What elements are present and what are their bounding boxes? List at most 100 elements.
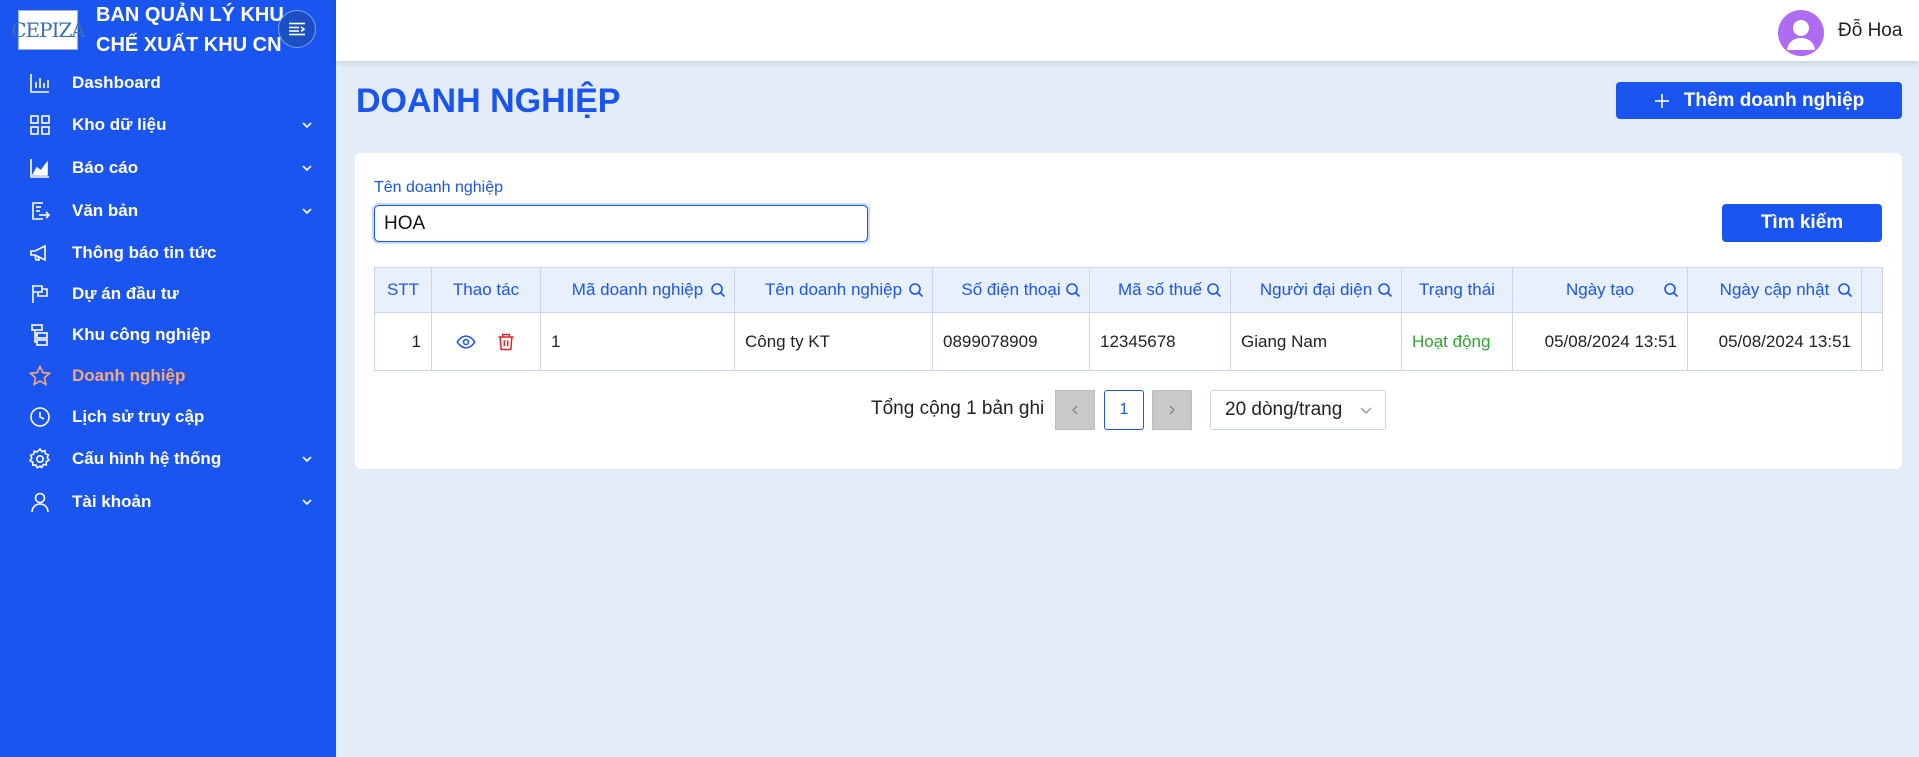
document-export-icon <box>32 201 51 220</box>
chart-bar-icon <box>30 73 49 93</box>
add-enterprise-button[interactable]: Thêm doanh nghiệp <box>1616 82 1902 119</box>
cell-ma-doanh-nghiep: 1 <box>540 312 735 371</box>
filter-label: Tên doanh nghiệp <box>374 179 503 196</box>
chevron-right-icon <box>1169 405 1175 415</box>
table-row: 1 1 Công ty KT 0899078909 12345678 Giang… <box>374 312 1883 371</box>
column-search-icon[interactable] <box>1663 282 1679 298</box>
cell-ten-doanh-nghiep: Công ty KT <box>734 312 933 371</box>
brand-title: BAN QUẢN LÝ KHU CHẾ XUẤT KHU CN <box>96 0 286 60</box>
menu-collapse-icon <box>289 22 306 36</box>
chevron-down-icon <box>302 455 312 462</box>
column-search-icon[interactable] <box>710 282 726 298</box>
chevron-down-icon <box>302 121 312 128</box>
col-scroll-spacer <box>1861 267 1883 313</box>
page-size-select[interactable]: 20 dòng/trang <box>1210 390 1386 430</box>
prev-page-button[interactable] <box>1055 390 1095 430</box>
page-number-button[interactable]: 1 <box>1104 390 1144 430</box>
sidebar-item-van-ban[interactable]: Văn bản <box>0 189 336 232</box>
next-page-button[interactable] <box>1152 390 1192 430</box>
enterprise-table: STT Thao tác Mã doanh nghiệp Tên doanh n… <box>374 267 1883 371</box>
sidebar-item-label: Dashboard <box>72 72 161 92</box>
eye-icon[interactable] <box>456 332 476 352</box>
grid-icon <box>30 114 50 135</box>
gear-icon <box>28 447 51 469</box>
column-search-icon[interactable] <box>908 282 924 298</box>
search-button[interactable]: Tìm kiếm <box>1722 204 1882 242</box>
sidebar-item-du-an-dau-tu[interactable]: Dự án đầu tư <box>0 273 336 314</box>
chevron-down-icon <box>1360 407 1372 414</box>
column-search-icon[interactable] <box>1206 282 1222 298</box>
sidebar-item-label: Tài khoản <box>72 491 152 511</box>
sidebar-item-doanh-nghiep[interactable]: Doanh nghiệp <box>0 355 336 396</box>
user-icon <box>31 492 49 512</box>
chevron-left-icon <box>1072 405 1078 415</box>
column-search-icon[interactable] <box>1377 282 1393 298</box>
enterprise-name-input[interactable] <box>374 205 868 242</box>
brand-title-line2: CHẾ XUẤT KHU CN <box>96 34 282 56</box>
col-ma-so-thue: Mã số thuế <box>1089 267 1231 313</box>
cell-scroll-spacer <box>1861 312 1883 371</box>
brand: CEPIZA BAN QUẢN LÝ KHU CHẾ XUẤT KHU CN <box>0 0 336 62</box>
cell-ma-so-thue: 12345678 <box>1089 312 1231 371</box>
sidebar-item-thong-bao-tin-tuc[interactable]: Thông báo tin tức <box>0 232 336 273</box>
col-so-dien-thoai: Số điện thoại <box>932 267 1090 313</box>
cell-stt: 1 <box>374 312 432 371</box>
sidebar-item-label: Khu công nghiệp <box>72 324 211 344</box>
enterprise-card: Tên doanh nghiệp Tìm kiếm STT Thao tác M… <box>355 153 1902 469</box>
cell-ngay-cap-nhat: 05/08/2024 13:51 <box>1687 312 1862 371</box>
col-ngay-cap-nhat: Ngày cập nhật <box>1687 267 1862 313</box>
col-ten-doanh-nghiep: Tên doanh nghiệp <box>734 267 933 313</box>
user-avatar-icon <box>1787 20 1815 50</box>
add-enterprise-label: Thêm doanh nghiệp <box>1683 89 1865 111</box>
brand-title-line1: BAN QUẢN LÝ KHU <box>96 4 284 26</box>
page-title: DOANH NGHIỆP <box>356 82 621 120</box>
sidebar-menu: Dashboard Kho dữ liệu Báo cáo Văn bản Th… <box>0 62 336 523</box>
logo: CEPIZA <box>11 10 86 50</box>
sidebar-item-label: Báo cáo <box>72 157 139 177</box>
clock-icon <box>30 406 50 427</box>
sidebar-item-label: Cấu hình hệ thống <box>72 448 222 468</box>
sidebar-item-tai-khoan[interactable]: Tài khoản <box>0 480 336 523</box>
column-search-icon[interactable] <box>1065 282 1081 298</box>
avatar[interactable] <box>1778 10 1824 56</box>
cell-ngay-tao: 05/08/2024 13:51 <box>1512 312 1688 371</box>
sidebar-item-lich-su-truy-cap[interactable]: Lịch sử truy cập <box>0 396 336 437</box>
sidebar-item-label: Dự án đầu tư <box>72 283 179 303</box>
pagination-total: Tổng cộng 1 bản ghi <box>871 398 1045 419</box>
sidebar-item-dashboard[interactable]: Dashboard <box>0 62 336 103</box>
area-chart-icon <box>30 158 49 178</box>
org-chart-icon <box>31 323 48 346</box>
sidebar-item-label: Văn bản <box>72 200 139 220</box>
col-trang-thai: Trạng thái <box>1401 267 1513 313</box>
chevron-down-icon <box>302 207 312 214</box>
sidebar: CEPIZA BAN QUẢN LÝ KHU CHẾ XUẤT KHU CN D… <box>0 0 336 757</box>
trash-icon[interactable] <box>496 332 516 352</box>
cell-actions <box>431 312 541 371</box>
sidebar-item-khu-cong-nghiep[interactable]: Khu công nghiệp <box>0 314 336 355</box>
flag-icon <box>32 284 48 303</box>
sidebar-item-kho-du-lieu[interactable]: Kho dữ liệu <box>0 103 336 146</box>
star-icon <box>28 364 52 386</box>
sidebar-item-bao-cao[interactable]: Báo cáo <box>0 146 336 189</box>
chevron-down-icon <box>302 164 312 171</box>
sidebar-item-label: Lịch sử truy cập <box>72 406 205 426</box>
sidebar-item-label: Thông báo tin tức <box>72 242 217 262</box>
col-nguoi-dai-dien: Người đại diện <box>1230 267 1402 313</box>
column-search-icon[interactable] <box>1837 282 1853 298</box>
table-header-row: STT Thao tác Mã doanh nghiệp Tên doanh n… <box>374 267 1883 313</box>
megaphone-icon <box>30 244 46 261</box>
collapse-sidebar-button[interactable] <box>278 10 316 48</box>
col-ngay-tao: Ngày tạo <box>1512 267 1688 313</box>
sidebar-item-label: Doanh nghiệp <box>72 365 186 385</box>
plus-icon <box>1654 93 1669 108</box>
status-badge: Hoạt động <box>1401 312 1513 371</box>
chevron-down-icon <box>302 498 312 505</box>
col-stt: STT <box>374 267 432 313</box>
sidebar-item-cau-hinh-he-thong[interactable]: Cấu hình hệ thống <box>0 437 336 480</box>
col-thao-tac: Thao tác <box>431 267 541 313</box>
sidebar-item-label: Kho dữ liệu <box>72 114 167 134</box>
cell-so-dien-thoai: 0899078909 <box>932 312 1090 371</box>
user-name[interactable]: Đỗ Hoa <box>1838 20 1902 42</box>
cell-nguoi-dai-dien: Giang Nam <box>1230 312 1402 371</box>
page-size-value: 20 dòng/trang <box>1225 399 1343 420</box>
